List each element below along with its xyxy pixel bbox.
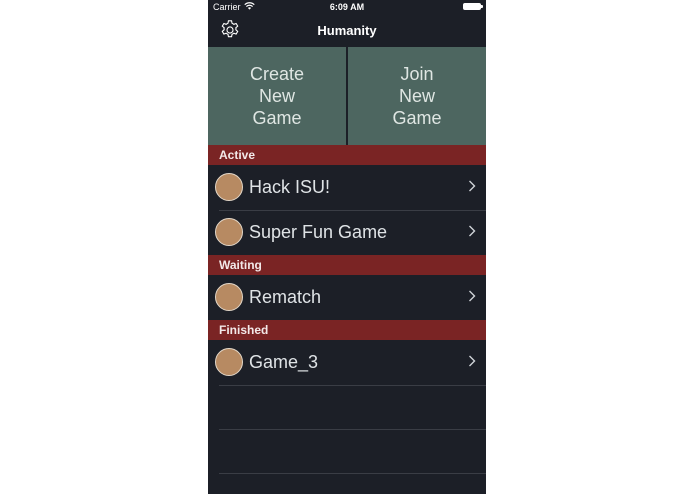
chevron-right-icon (469, 225, 476, 237)
avatar (215, 173, 243, 201)
game-row-super-fun-game[interactable]: Super Fun Game (208, 211, 486, 256)
chevron-right-icon (469, 290, 476, 302)
game-row-game-3[interactable]: Game_3 (208, 341, 486, 386)
page-title: Humanity (317, 23, 377, 38)
game-name: Rematch (249, 287, 322, 307)
avatar (215, 283, 243, 311)
avatar (215, 218, 243, 246)
status-time: 6:09 AM (329, 2, 365, 12)
section-header-waiting: Waiting (208, 255, 486, 275)
section-header-finished: Finished (208, 320, 486, 340)
game-actions: Create New Game Join New Game (208, 47, 486, 145)
navigation-bar: Humanity (208, 14, 486, 47)
join-new-game-button[interactable]: Join New Game (348, 47, 486, 145)
game-row-hack-isu[interactable]: Hack ISU! (208, 166, 486, 211)
game-row-rematch[interactable]: Rematch (208, 276, 486, 321)
status-bar: Carrier 6:09 AM (208, 0, 486, 14)
row-divider (219, 429, 486, 430)
create-new-game-button[interactable]: Create New Game (208, 47, 346, 145)
avatar (215, 348, 243, 376)
chevron-right-icon (469, 355, 476, 367)
chevron-right-icon (469, 180, 476, 192)
app-screen: Carrier 6:09 AM Humanity Create New Game… (208, 0, 486, 494)
row-divider (219, 473, 486, 474)
row-divider (219, 385, 486, 386)
game-name: Game_3 (249, 352, 319, 372)
game-name: Hack ISU! (249, 177, 331, 197)
game-name: Super Fun Game (249, 222, 388, 242)
battery-icon (463, 3, 483, 10)
section-header-active: Active (208, 145, 486, 165)
